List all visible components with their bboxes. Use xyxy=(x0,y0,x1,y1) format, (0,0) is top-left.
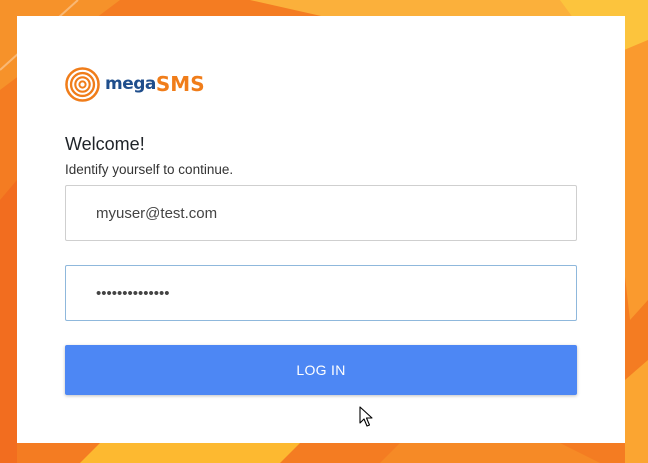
brand-name-mega: mega xyxy=(105,74,156,94)
password-field-container xyxy=(65,265,577,321)
password-field[interactable] xyxy=(96,266,556,320)
email-field[interactable] xyxy=(96,186,556,240)
login-card: mega SMS Welcome! Identify yourself to co… xyxy=(17,16,625,443)
welcome-title: Welcome! xyxy=(65,134,145,154)
brand-name-sms: SMS xyxy=(155,72,205,96)
login-button[interactable]: LOG IN xyxy=(65,345,577,395)
brand-logo: mega SMS xyxy=(65,66,205,102)
concentric-rings-logo-icon xyxy=(65,66,100,102)
welcome-subtitle: Identify yourself to continue. xyxy=(65,162,234,177)
email-field-container xyxy=(65,185,577,241)
arrow-pointer-icon xyxy=(359,406,373,427)
